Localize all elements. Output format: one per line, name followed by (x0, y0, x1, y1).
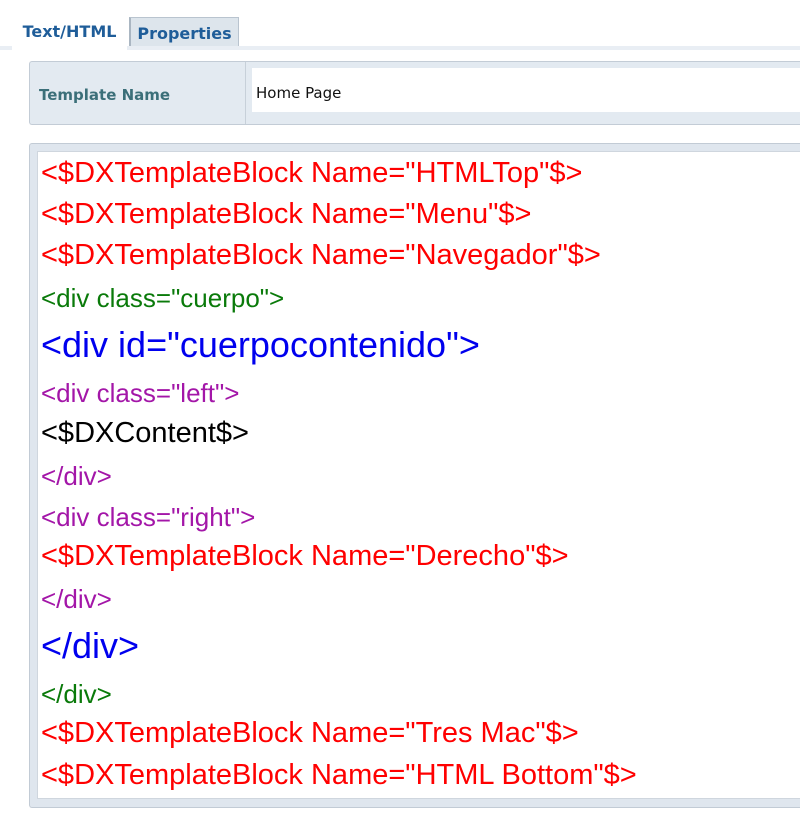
template-name-row: Template Name (29, 61, 800, 125)
tab-text-html[interactable]: Text/HTML (12, 16, 127, 50)
code-line-navegador-block[interactable]: <$DXTemplateBlock Name="Navegador"$> (41, 241, 601, 270)
html-editor-frame: <$DXTemplateBlock Name="HTMLTop"$> <$DXT… (29, 143, 800, 808)
template-name-label: Template Name (39, 85, 171, 104)
code-line-close-div-cuerpo[interactable]: </div> (41, 681, 112, 707)
code-line-menu-block[interactable]: <$DXTemplateBlock Name="Menu"$> (41, 200, 531, 229)
code-line-htmltop-block[interactable]: <$DXTemplateBlock Name="HTMLTop"$> (41, 159, 582, 188)
tab-bar: Text/HTML Properties (0, 0, 800, 52)
code-line-tres-mac-block[interactable]: <$DXTemplateBlock Name="Tres Mac"$> (41, 719, 579, 748)
code-line-div-cuerpo[interactable]: <div class="cuerpo"> (41, 285, 284, 311)
code-line-div-left[interactable]: <div class="left"> (41, 380, 239, 406)
template-name-divider (245, 62, 246, 124)
code-line-close-div-right[interactable]: </div> (41, 586, 112, 612)
code-line-close-div-cuerpocontenido[interactable]: </div> (41, 628, 139, 664)
code-line-close-div-left[interactable]: </div> (41, 463, 112, 489)
code-line-div-right[interactable]: <div class="right"> (41, 504, 255, 530)
code-line-derecho-block[interactable]: <$DXTemplateBlock Name="Derecho"$> (41, 542, 569, 571)
code-line-html-bottom-block[interactable]: <$DXTemplateBlock Name="HTML Bottom"$> (41, 761, 637, 790)
template-name-input[interactable] (252, 68, 800, 112)
code-line-dxcontent[interactable]: <$DXContent$> (41, 419, 249, 448)
code-line-div-cuerpocontenido[interactable]: <div id="cuerpocontenido"> (41, 327, 480, 363)
html-editor[interactable]: <$DXTemplateBlock Name="HTMLTop"$> <$DXT… (37, 151, 800, 799)
tab-properties[interactable]: Properties (129, 17, 239, 46)
